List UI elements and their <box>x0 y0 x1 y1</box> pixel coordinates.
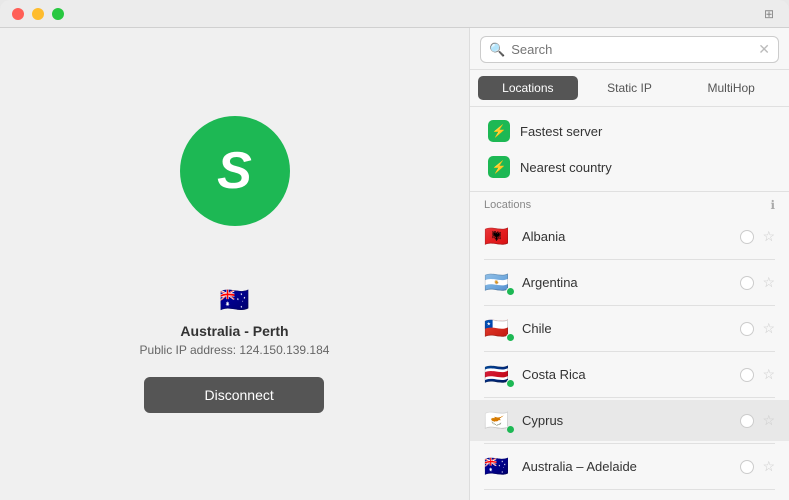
tabs-bar: Locations Static IP MultiHop <box>470 70 789 107</box>
search-bar: 🔍 ✕ <box>470 28 789 70</box>
location-cyprus: Cyprus <box>522 413 730 428</box>
chile-actions: ☆ <box>740 320 775 337</box>
bolt-icon-fastest: ⚡ <box>488 120 510 142</box>
chile-select[interactable] <box>740 322 754 336</box>
albania-favorite[interactable]: ☆ <box>762 228 775 245</box>
albania-select[interactable] <box>740 230 754 244</box>
cyprus-select[interactable] <box>740 414 754 428</box>
maximize-button[interactable] <box>52 8 64 20</box>
connected-flag: 🇦🇺 <box>220 286 250 315</box>
minimize-button[interactable] <box>32 8 44 20</box>
costa-rica-select[interactable] <box>740 368 754 382</box>
argentina-favorite[interactable]: ☆ <box>762 274 775 291</box>
flag-argentina: 🇦🇷 <box>484 270 512 295</box>
albania-actions: ☆ <box>740 228 775 245</box>
disconnect-button[interactable]: Disconnect <box>144 377 324 413</box>
location-chile: Chile <box>522 321 730 336</box>
close-button[interactable] <box>12 8 24 20</box>
list-item[interactable]: 🇦🇺 Australia – Perth ☆ <box>470 492 789 500</box>
list-item[interactable]: 🇨🇷 Costa Rica ☆ <box>470 354 789 395</box>
locations-header: Locations ℹ <box>470 192 789 216</box>
title-bar: ⊞ <box>0 0 789 28</box>
flag-costa-rica: 🇨🇷 <box>484 362 512 387</box>
tab-multihop[interactable]: MultiHop <box>681 76 781 100</box>
divider <box>484 489 775 490</box>
connected-location: Australia - Perth <box>180 323 288 339</box>
location-costa-rica: Costa Rica <box>522 367 730 382</box>
locations-section-label: Locations <box>484 199 531 211</box>
argentina-actions: ☆ <box>740 274 775 291</box>
app-logo: S <box>180 116 290 226</box>
location-australia-adelaide: Australia – Adelaide <box>522 459 730 474</box>
clear-search-icon[interactable]: ✕ <box>758 41 770 58</box>
nearest-country-label: Nearest country <box>520 160 612 175</box>
divider <box>484 443 775 444</box>
list-item[interactable]: 🇦🇺 Australia – Adelaide ☆ <box>470 446 789 487</box>
search-icon: 🔍 <box>489 42 505 58</box>
list-item[interactable]: 🇨🇱 Chile ☆ <box>470 308 789 349</box>
ip-address: Public IP address: 124.150.139.184 <box>140 343 330 357</box>
fastest-server-label: Fastest server <box>520 124 602 139</box>
adelaide-favorite[interactable]: ☆ <box>762 458 775 475</box>
cyprus-actions: ☆ <box>740 412 775 429</box>
divider <box>484 305 775 306</box>
logo-letter: S <box>217 145 252 197</box>
connection-info: 🇦🇺 Australia - Perth Public IP address: … <box>140 286 330 413</box>
flag-albania: 🇦🇱 <box>484 224 512 249</box>
search-input-wrap: 🔍 ✕ <box>480 36 779 63</box>
list-item[interactable]: 🇦🇷 Argentina ☆ <box>470 262 789 303</box>
divider <box>484 351 775 352</box>
main-content: S 🇦🇺 Australia - Perth Public IP address… <box>0 28 789 500</box>
flag-australia-adelaide: 🇦🇺 <box>484 454 512 479</box>
location-argentina: Argentina <box>522 275 730 290</box>
fastest-server-option[interactable]: ⚡ Fastest server <box>480 113 779 149</box>
quick-options: ⚡ Fastest server ⚡ Nearest country <box>470 107 789 192</box>
tab-locations[interactable]: Locations <box>478 76 578 100</box>
adelaide-select[interactable] <box>740 460 754 474</box>
divider <box>484 397 775 398</box>
list-item[interactable]: 🇦🇱 Albania ☆ <box>470 216 789 257</box>
tab-static-ip[interactable]: Static IP <box>580 76 680 100</box>
cyprus-favorite[interactable]: ☆ <box>762 412 775 429</box>
adelaide-actions: ☆ <box>740 458 775 475</box>
flag-cyprus: 🇨🇾 <box>484 408 512 433</box>
bolt-icon-nearest: ⚡ <box>488 156 510 178</box>
costa-rica-favorite[interactable]: ☆ <box>762 366 775 383</box>
nearest-country-option[interactable]: ⚡ Nearest country <box>480 149 779 185</box>
window-icon: ⊞ <box>761 6 777 22</box>
info-icon[interactable]: ℹ <box>770 198 775 212</box>
argentina-select[interactable] <box>740 276 754 290</box>
chile-favorite[interactable]: ☆ <box>762 320 775 337</box>
costa-rica-actions: ☆ <box>740 366 775 383</box>
divider <box>484 259 775 260</box>
right-panel: 🔍 ✕ Locations Static IP MultiHop ⚡ Faste… <box>469 28 789 500</box>
left-panel: S 🇦🇺 Australia - Perth Public IP address… <box>0 28 469 500</box>
search-input[interactable] <box>511 42 758 57</box>
list-item[interactable]: 🇨🇾 Cyprus ☆ <box>470 400 789 441</box>
location-albania: Albania <box>522 229 730 244</box>
location-list: 🇦🇱 Albania ☆ 🇦🇷 Argentina ☆ <box>470 216 789 500</box>
flag-chile: 🇨🇱 <box>484 316 512 341</box>
